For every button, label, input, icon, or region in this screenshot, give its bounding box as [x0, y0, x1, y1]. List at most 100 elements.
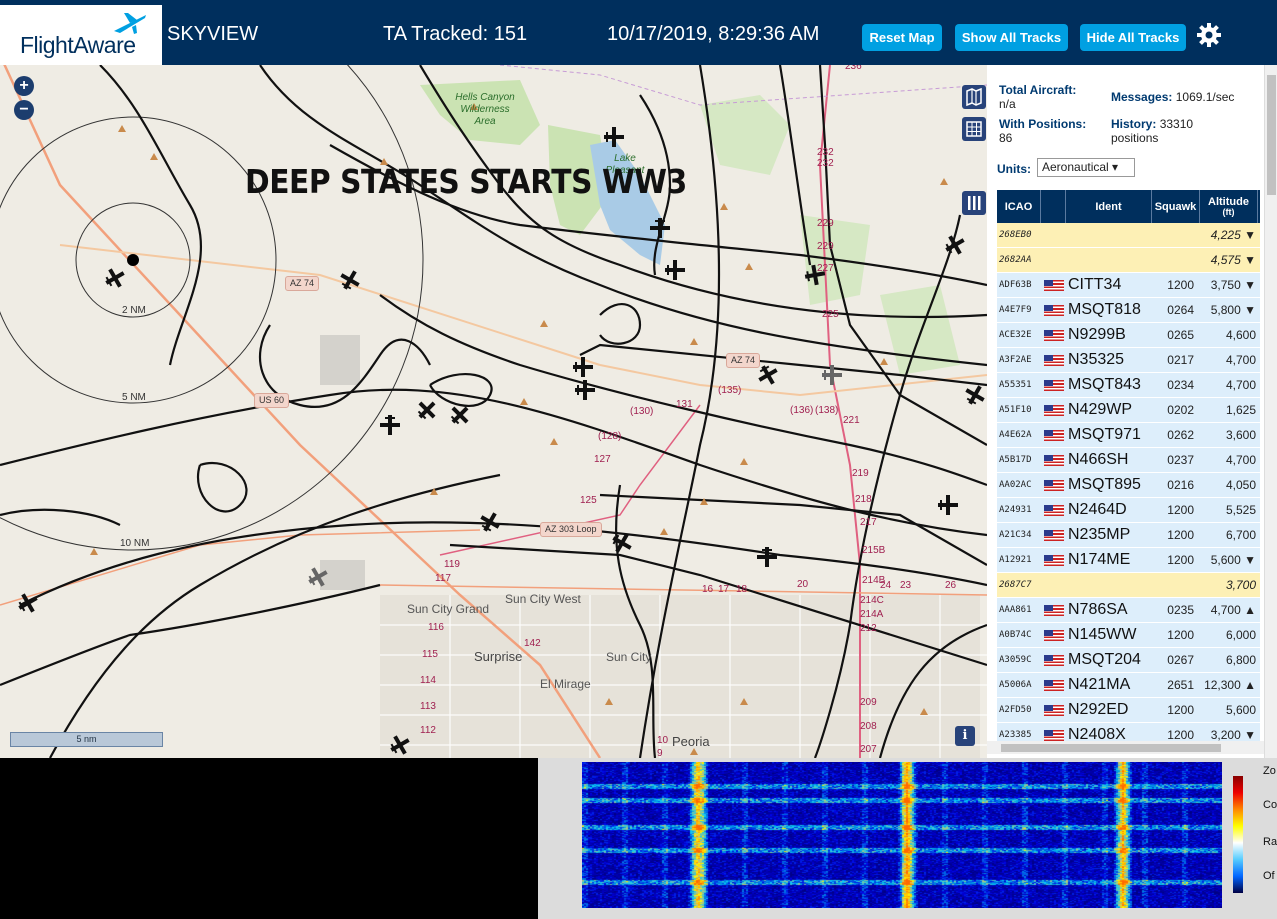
- cell-icao: A2FD50: [999, 705, 1032, 715]
- aircraft-table: ICAO Ident Squawk Altitude (ft) 268EB0 4,…: [997, 190, 1260, 748]
- table-row[interactable]: A3059C MSQT204 0267 6,800: [997, 648, 1260, 673]
- table-row[interactable]: A21C34 N235MP 1200 6,700: [997, 523, 1260, 548]
- table-row[interactable]: A3F2AE N35325 0217 4,700: [997, 348, 1260, 373]
- place-label: Sun City West: [505, 592, 581, 606]
- table-row[interactable]: 2682AA 4,575 ▼: [997, 248, 1260, 273]
- cell-icao: A3059C: [999, 655, 1032, 665]
- grid-toggle-button[interactable]: [962, 117, 986, 141]
- cell-ident: N174ME: [1068, 551, 1131, 568]
- map-layers-button[interactable]: [962, 85, 986, 109]
- units-select[interactable]: Aeronautical ▾: [1037, 158, 1135, 177]
- range-label-5nm: 5 NM: [122, 392, 146, 403]
- panel-vertical-scrollbar[interactable]: [1264, 65, 1277, 758]
- show-all-tracks-button[interactable]: Show All Tracks: [955, 24, 1068, 51]
- flight-map[interactable]: 2 NM 5 NM 10 NM Sun City Grand Sun City …: [0, 65, 987, 758]
- table-row[interactable]: A55351 MSQT843 0234 4,700: [997, 373, 1260, 398]
- columns-icon: [968, 196, 981, 210]
- altitude-label: 10: [657, 735, 669, 746]
- table-row[interactable]: A24931 N2464D 1200 5,525: [997, 498, 1260, 523]
- altitude-label: 207: [860, 744, 877, 755]
- cell-altitude: 4,600: [1225, 328, 1256, 342]
- messages-stat: Messages: 1069.1/sec: [1111, 90, 1234, 104]
- cell-flag: [1041, 279, 1066, 291]
- place-label: Sun City: [606, 650, 652, 664]
- cell-ident: N466SH: [1068, 451, 1129, 468]
- cell-ident: MSQT818: [1068, 301, 1141, 318]
- cell-squawk: 0235: [1167, 603, 1194, 617]
- col-flag[interactable]: [1041, 190, 1066, 223]
- table-row[interactable]: A5B17D N466SH 0237 4,700: [997, 448, 1260, 473]
- altitude-label: 227: [817, 263, 834, 274]
- table-row[interactable]: A12921 N174ME 1200 5,600 ▼: [997, 548, 1260, 573]
- altitude-label: 131: [676, 399, 693, 410]
- table-row[interactable]: AAA861 N786SA 0235 4,700 ▲: [997, 598, 1260, 623]
- cell-altitude: 4,700: [1225, 453, 1256, 467]
- cell-ident: MSQT843: [1068, 376, 1141, 393]
- table-row[interactable]: A4E7F9 MSQT818 0264 5,800 ▼: [997, 298, 1260, 323]
- cell-flag: [1041, 704, 1066, 716]
- range-label-10nm: 10 NM: [120, 538, 150, 549]
- cell-icao: A55351: [999, 380, 1032, 390]
- table-row[interactable]: ACE32E N9299B 0265 4,600: [997, 323, 1260, 348]
- col-ident[interactable]: Ident: [1066, 190, 1152, 223]
- place-label: Peoria: [672, 734, 710, 749]
- map-icon: [966, 87, 982, 107]
- hide-all-tracks-button[interactable]: Hide All Tracks: [1080, 24, 1186, 51]
- cell-altitude: 4,050: [1225, 478, 1256, 492]
- cell-squawk: 1200: [1167, 628, 1194, 642]
- table-row[interactable]: A5006A N421MA 2651 12,300 ▲: [997, 673, 1260, 698]
- cell-icao: 268EB0: [999, 230, 1032, 240]
- zoom-out-button[interactable]: −: [14, 100, 34, 120]
- cell-squawk: 1200: [1167, 728, 1194, 742]
- reset-map-button[interactable]: Reset Map: [862, 24, 942, 51]
- colorbar: [1233, 776, 1243, 893]
- flightaware-logo[interactable]: FlightAware: [0, 5, 162, 65]
- cell-altitude: 6,700: [1225, 528, 1256, 542]
- cell-ident: N9299B: [1068, 326, 1126, 343]
- altitude-label: 113: [420, 701, 436, 712]
- cell-ident: MSQT204: [1068, 651, 1141, 668]
- altitude-label: 229: [817, 218, 834, 229]
- col-squawk[interactable]: Squawk: [1152, 190, 1200, 223]
- cell-flag: [1041, 429, 1066, 441]
- col-altitude-label: Altitude: [1208, 195, 1249, 208]
- altitude-label: (138): [815, 405, 839, 416]
- cell-squawk: 0265: [1167, 328, 1194, 342]
- table-row[interactable]: A4E62A MSQT971 0262 3,600: [997, 423, 1260, 448]
- altitude-label: 232: [817, 147, 834, 158]
- altitude-label: 217: [860, 517, 877, 528]
- us-flag-icon: [1043, 604, 1064, 616]
- table-row[interactable]: ADF63B CITT34 1200 3,750 ▼: [997, 273, 1260, 298]
- col-icao[interactable]: ICAO: [997, 190, 1041, 223]
- scrollbar-thumb[interactable]: [1001, 744, 1221, 752]
- altitude-label: 20: [797, 579, 809, 590]
- columns-toggle-button[interactable]: [962, 191, 986, 215]
- scrollbar-thumb[interactable]: [1267, 75, 1276, 195]
- info-button[interactable]: i: [955, 726, 975, 746]
- table-row[interactable]: A51F10 N429WP 0202 1,625: [997, 398, 1260, 423]
- cell-altitude: 4,700: [1225, 353, 1256, 367]
- col-altitude[interactable]: Altitude (ft): [1200, 190, 1258, 223]
- units-label: Units:: [997, 162, 1031, 176]
- waterfall-spectrogram: [582, 762, 1222, 908]
- zoom-in-button[interactable]: +: [14, 76, 34, 96]
- gear-icon[interactable]: [1196, 22, 1222, 48]
- table-row[interactable]: A2FD50 N292ED 1200 5,600: [997, 698, 1260, 723]
- altitude-label: 212: [860, 623, 877, 634]
- cell-icao: A12921: [999, 555, 1032, 565]
- panel-horizontal-scrollbar[interactable]: [987, 741, 1264, 754]
- waterfall-label: Zo: [1263, 765, 1276, 777]
- table-row[interactable]: 2687C7 3,700: [997, 573, 1260, 598]
- altitude-label: 142: [524, 638, 541, 649]
- table-row[interactable]: AA02AC MSQT895 0216 4,050: [997, 473, 1260, 498]
- us-flag-icon: [1043, 404, 1064, 416]
- table-row[interactable]: A0B74C N145WW 1200 6,000: [997, 623, 1260, 648]
- table-row[interactable]: 268EB0 4,225 ▼: [997, 223, 1260, 248]
- altitude-label: 115: [422, 649, 438, 660]
- cell-ident: N235MP: [1068, 526, 1131, 543]
- us-flag-icon: [1043, 379, 1064, 391]
- cell-altitude: 5,800 ▼: [1210, 303, 1256, 317]
- cell-flag: [1041, 304, 1066, 316]
- cell-altitude: 3,700: [1225, 578, 1256, 592]
- tracked-count: TA Tracked: 151: [383, 23, 528, 45]
